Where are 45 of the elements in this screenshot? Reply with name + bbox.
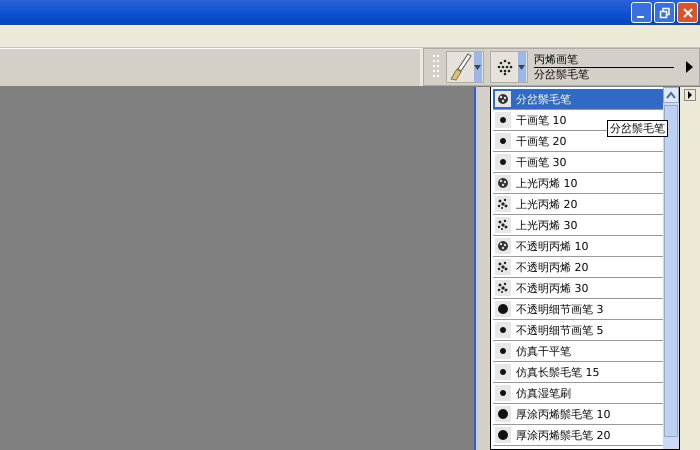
restore-icon	[658, 6, 670, 18]
right-arrow-icon	[687, 91, 693, 99]
close-button[interactable]	[677, 2, 698, 23]
brush-list-item[interactable]: 不透明丙烯 20	[493, 257, 663, 278]
panel-arrow-button[interactable]	[684, 89, 696, 101]
bristle-icon	[495, 238, 511, 254]
brush-list-item[interactable]: 厚涂丙烯鬃毛笔 20	[493, 425, 663, 446]
restore-button[interactable]	[654, 2, 675, 23]
dot-icon	[495, 427, 511, 443]
brush-list-item[interactable]: 仿真长鬃毛笔 15	[493, 362, 663, 383]
bristle-icon	[495, 91, 511, 107]
scrollbar-thumb[interactable]	[664, 105, 678, 437]
brush-list-item[interactable]: 不透明丙烯 30	[493, 278, 663, 299]
dot-icon	[495, 301, 511, 317]
brush-list-item[interactable]: 不透明丙烯 10	[493, 236, 663, 257]
brush-list-item[interactable]: 不透明细节画笔 5	[493, 320, 663, 341]
brush-category-button[interactable]	[446, 51, 484, 83]
speckle-icon	[495, 259, 511, 275]
bristle-icon	[495, 175, 511, 191]
brush-list-item[interactable]: 上光丙烯 20	[493, 194, 663, 215]
brush-list-item[interactable]: 不透明细节画笔 3	[493, 299, 663, 320]
brush-category-label: 丙烯画笔	[534, 52, 674, 68]
speckle-icon	[495, 217, 511, 233]
expand-arrow-icon[interactable]	[684, 60, 694, 74]
brush-list-item[interactable]: 仿真湿笔刷	[493, 383, 663, 404]
caret-icon	[518, 64, 525, 70]
brush-list-item[interactable]: 分岔鬃毛笔	[493, 89, 663, 110]
speckle-icon	[495, 196, 511, 212]
caret-icon	[474, 64, 481, 70]
scrollbar[interactable]	[663, 87, 679, 449]
minimize-icon	[636, 16, 644, 18]
brush-variant-label: 分岔鬃毛笔	[534, 68, 590, 82]
minimize-button[interactable]	[631, 2, 652, 23]
paintbrush-icon	[448, 53, 474, 81]
tooltip: 分岔鬃毛笔	[607, 120, 668, 137]
brush-list-item[interactable]: 厚涂丙烯鬃毛笔 10	[493, 404, 663, 425]
speckle-icon	[495, 280, 511, 296]
brush-list-item[interactable]: 上光丙烯 30	[493, 215, 663, 236]
scroll-up-button[interactable]	[663, 87, 679, 103]
dot-icon	[495, 406, 511, 422]
close-icon	[682, 6, 694, 18]
brush-list-item[interactable]: 干画笔 30	[493, 152, 663, 173]
brush-list-item[interactable]: 上光丙烯 10	[493, 173, 663, 194]
brush-variant-button[interactable]	[490, 51, 528, 83]
brush-list-item[interactable]: 仿真干平笔	[493, 341, 663, 362]
